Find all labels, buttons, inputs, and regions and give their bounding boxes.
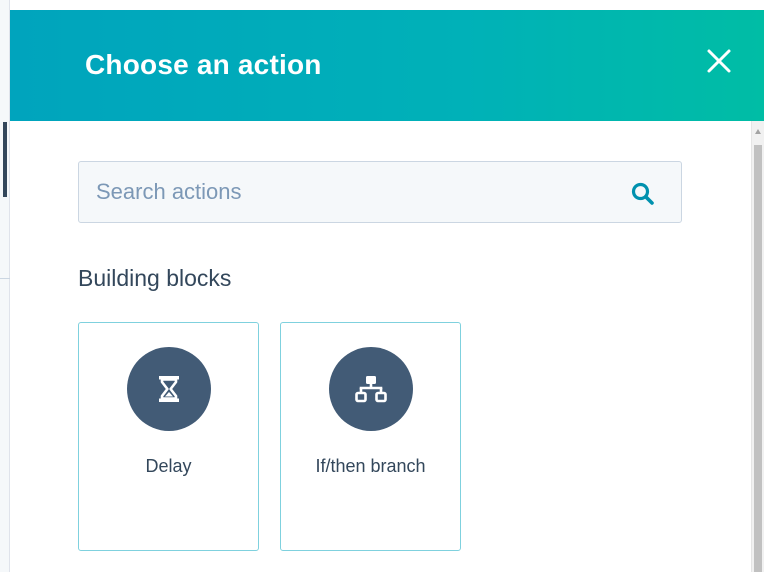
- background-app-edge: [0, 0, 10, 572]
- action-panel: Choose an action Building blocks: [10, 0, 764, 572]
- action-card-label: Delay: [145, 456, 192, 476]
- background-dark-bar: [3, 122, 7, 197]
- search-input[interactable]: [79, 162, 619, 222]
- branch-icon: [355, 376, 387, 403]
- scroll-up-arrow-icon[interactable]: [755, 129, 761, 134]
- panel-title: Choose an action: [85, 49, 322, 80]
- section-title-building-blocks: Building blocks: [78, 265, 232, 291]
- background-divider: [0, 278, 10, 279]
- action-card-label: If/then branch: [315, 456, 426, 476]
- search-icon[interactable]: [630, 181, 656, 207]
- page: Choose an action Building blocks: [0, 0, 764, 572]
- search-box: [78, 161, 682, 223]
- action-card-delay[interactable]: Delay: [78, 322, 259, 551]
- scrollbar-thumb[interactable]: [754, 145, 762, 572]
- icon-circle: [329, 347, 413, 431]
- icon-circle: [127, 347, 211, 431]
- hourglass-icon: [159, 376, 179, 402]
- panel-header: Choose an action: [10, 10, 764, 121]
- close-button[interactable]: [703, 45, 735, 77]
- action-card-if-then-branch[interactable]: If/then branch: [280, 322, 461, 551]
- close-icon: [707, 49, 731, 73]
- panel-scrollbar[interactable]: [751, 121, 764, 572]
